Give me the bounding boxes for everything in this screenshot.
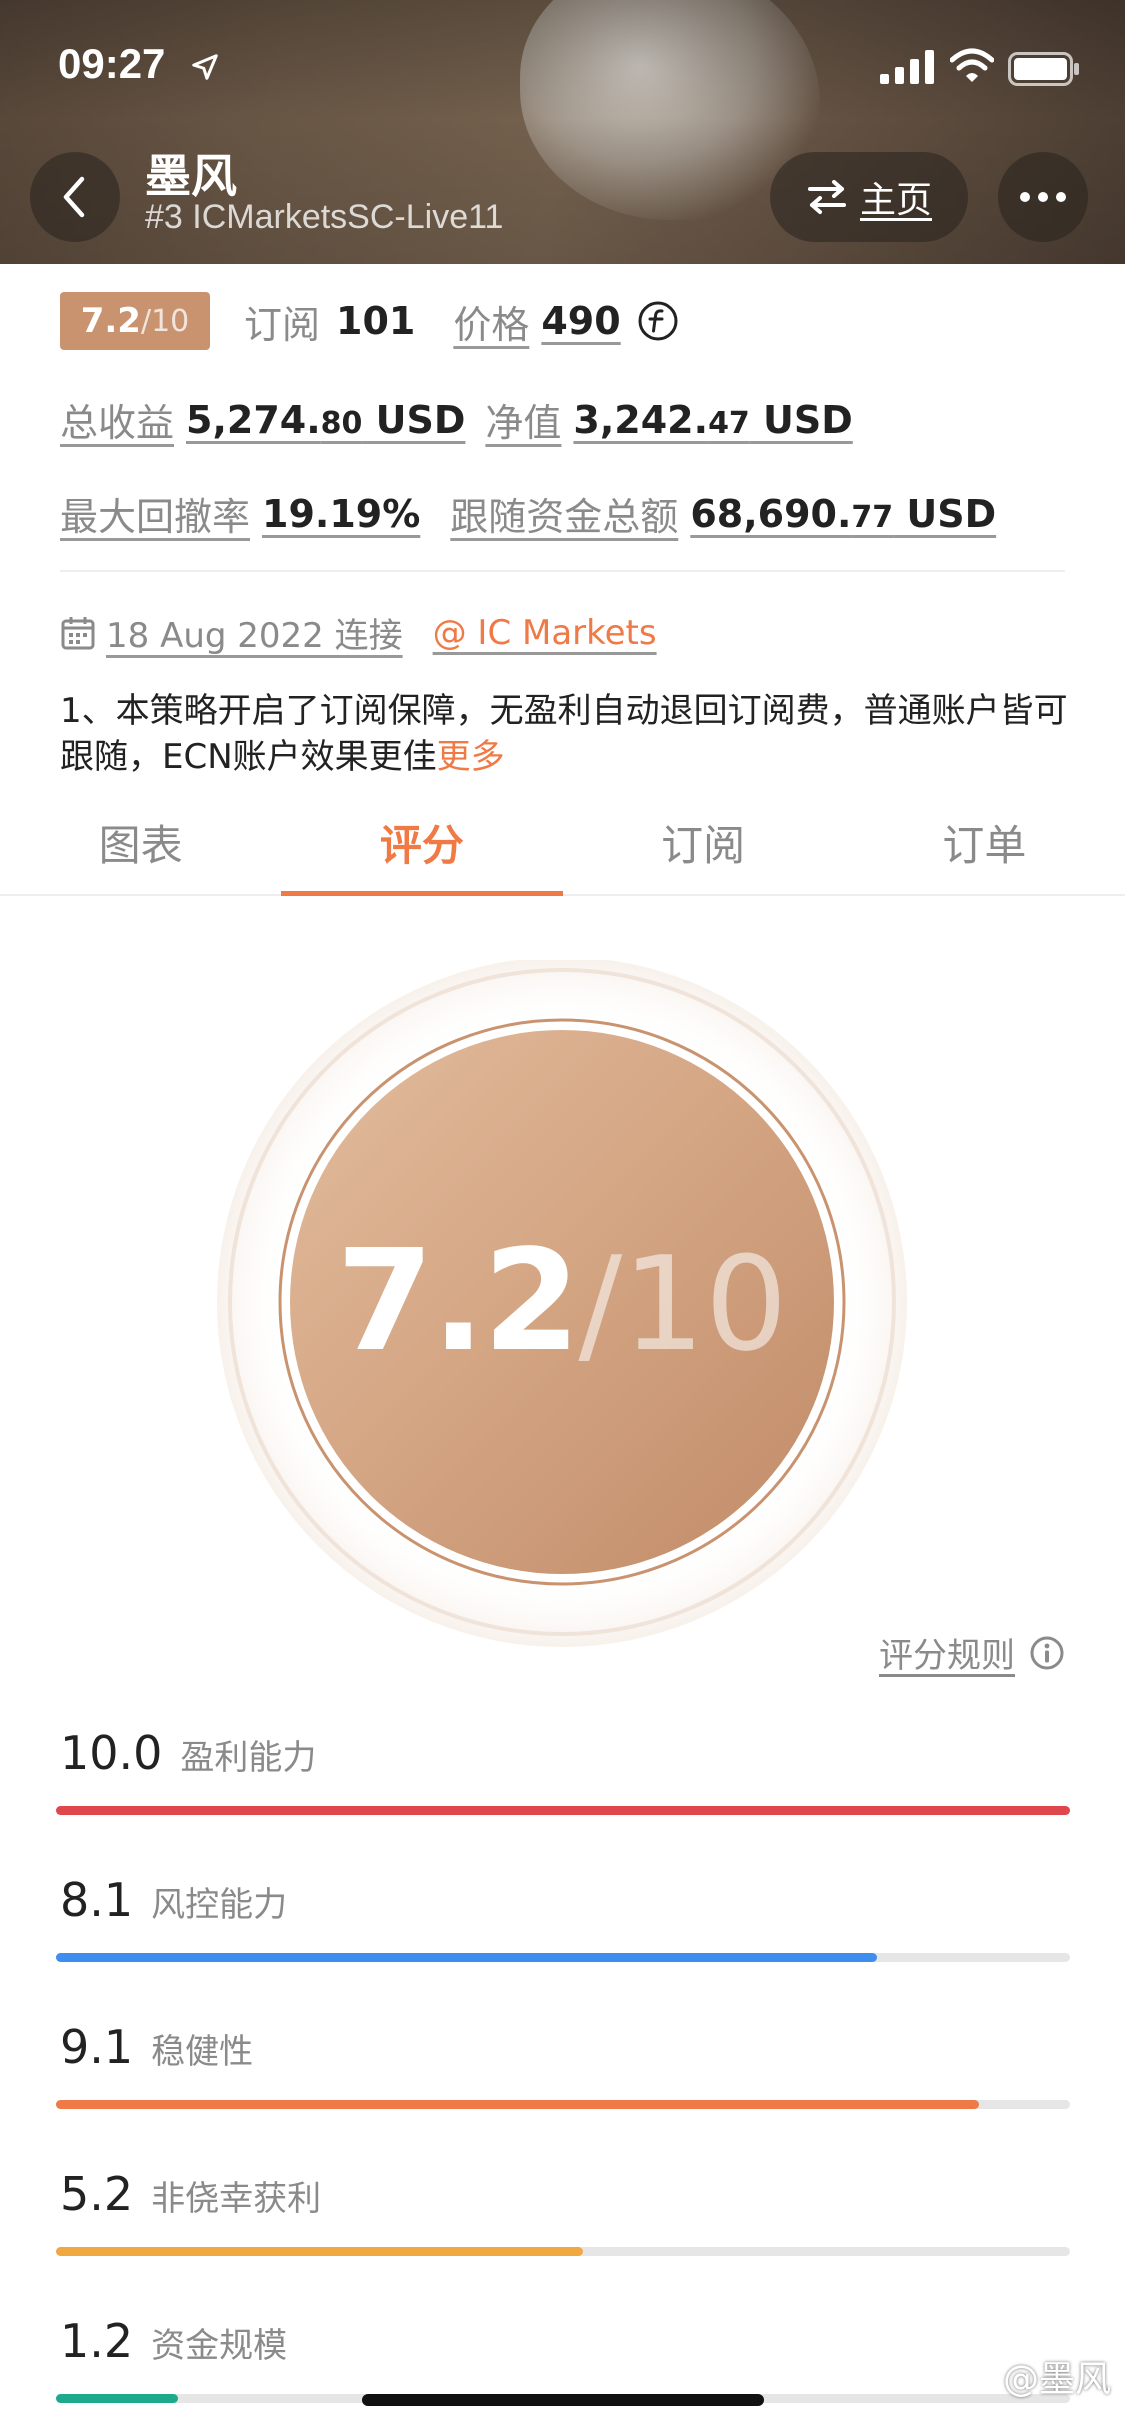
metric-value: 1.2 <box>60 2314 134 2368</box>
follow-funds-label[interactable]: 跟随资金总额 <box>450 486 678 541</box>
max-drawdown-label[interactable]: 最大回撤率 <box>60 486 250 541</box>
metric-bar-fill <box>56 1806 1070 1815</box>
metric-bar-track <box>56 1806 1070 1815</box>
connected-date: 18 Aug 2022 连接 <box>60 608 403 657</box>
net-value-value[interactable]: 3,242.47 USD <box>573 398 852 442</box>
metric-name: 盈利能力 <box>180 1738 317 1778</box>
metric-non-luck-profit: 5.2 非侥幸获利 <box>56 2167 1070 2256</box>
metric-value: 8.1 <box>60 1873 134 1927</box>
page-title: 墨风 <box>145 149 237 203</box>
metric-bar-track <box>56 2100 1070 2109</box>
metric-bar-fill <box>56 2394 178 2403</box>
watermark: @墨风 <box>1002 2359 1111 2400</box>
broker-link[interactable]: @ IC Markets <box>433 613 657 653</box>
rating-badge: 7.2/10 <box>60 292 210 350</box>
tab-rating[interactable]: 评分 <box>281 790 563 896</box>
status-time: 09:27 <box>58 40 166 87</box>
subscribe-label: 订阅 <box>244 302 321 347</box>
meta-row: 18 Aug 2022 连接 @ IC Markets <box>60 608 657 657</box>
header-banner: 09:27 墨风 #3 ICMarketsSC-Live11 主页 <box>0 0 1125 264</box>
chevron-left-icon <box>63 176 85 218</box>
score-value: 7.2/10 <box>336 1220 788 1383</box>
home-indicator <box>362 2394 764 2406</box>
metric-name: 风控能力 <box>151 1885 288 1925</box>
wifi-icon <box>950 48 994 82</box>
info-icon <box>1030 1636 1064 1669</box>
more-link[interactable]: 更多 <box>437 737 505 777</box>
price-value[interactable]: 490 <box>541 299 620 343</box>
battery-icon <box>1008 52 1079 86</box>
metric-value: 5.2 <box>60 2167 134 2221</box>
stats-row-2: 总收益 5,274.80 USD 净值 3,242.47 USD <box>60 392 853 447</box>
swap-arrows-icon <box>807 180 846 214</box>
tab-bar: 图表 评分 订阅 订单 <box>0 790 1125 896</box>
total-profit-label[interactable]: 总收益 <box>60 392 174 447</box>
metric-name: 稳健性 <box>151 2032 254 2072</box>
metric-fund-scale: 1.2 资金规模 <box>56 2314 1070 2403</box>
strategy-description: 1、本策略开启了订阅保障，无盈利自动退回订阅费，普通账户皆可跟随，ECN账户效果… <box>60 691 1068 777</box>
rating-rules-link[interactable]: 评分规则 <box>879 1628 1065 1677</box>
metric-value: 10.0 <box>60 1726 163 1780</box>
ellipsis-icon <box>1020 192 1066 202</box>
metric-name: 资金规模 <box>151 2326 288 2366</box>
cellular-signal-icon <box>880 50 934 84</box>
tab-subscribe[interactable]: 订阅 <box>563 790 844 894</box>
home-button[interactable]: 主页 <box>770 152 968 242</box>
divider <box>60 570 1065 572</box>
metric-value: 9.1 <box>60 2020 134 2074</box>
account-subtitle: #3 ICMarketsSC-Live11 <box>145 198 504 236</box>
metric-bar-fill <box>56 1953 878 1962</box>
metric-risk-control: 8.1 风控能力 <box>56 1873 1070 1962</box>
home-button-label: 主页 <box>859 180 932 221</box>
rating-value: 7.2 <box>80 301 141 341</box>
metric-profitability: 10.0 盈利能力 <box>56 1726 1070 1815</box>
metric-name: 非侥幸获利 <box>151 2179 322 2219</box>
calendar-icon <box>61 616 95 649</box>
back-button[interactable] <box>30 152 120 242</box>
stats-row-3: 最大回撤率 19.19% 跟随资金总额 68,690.77 USD <box>60 486 996 541</box>
metric-bar-fill <box>56 2247 584 2256</box>
price-label[interactable]: 价格 <box>453 294 529 349</box>
subscribe-count: 101 <box>336 299 416 343</box>
coin-icon <box>638 301 678 341</box>
tab-orders[interactable]: 订单 <box>844 790 1125 894</box>
stats-row-1: 7.2/10 订阅 101 价格 490 <box>60 292 679 350</box>
total-profit-value[interactable]: 5,274.80 USD <box>186 398 465 442</box>
metric-stability: 9.1 稳健性 <box>56 2020 1070 2109</box>
tab-chart[interactable]: 图表 <box>0 790 281 894</box>
net-value-label[interactable]: 净值 <box>485 392 561 447</box>
rating-denominator: /10 <box>140 303 190 339</box>
max-drawdown-value[interactable]: 19.19% <box>262 492 420 536</box>
more-options-button[interactable] <box>998 152 1088 242</box>
follow-funds-value[interactable]: 68,690.77 USD <box>690 492 996 536</box>
location-arrow-icon <box>192 54 218 80</box>
metric-bar-track <box>56 2247 1070 2256</box>
metric-bar-track <box>56 1953 1070 1962</box>
metric-bar-fill <box>56 2100 979 2109</box>
